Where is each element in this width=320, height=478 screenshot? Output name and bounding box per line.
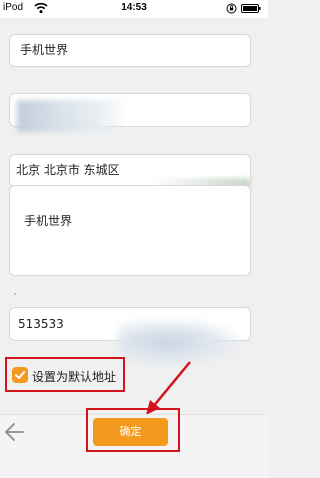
address-textarea[interactable]: 手机世界: [9, 185, 251, 276]
address-value: 手机世界: [24, 214, 73, 228]
confirm-button[interactable]: 确定: [93, 418, 168, 446]
back-arrow-icon[interactable]: [3, 421, 27, 443]
status-bar: iPod 14:53: [0, 0, 268, 18]
default-address-label: 设置为默认地址: [32, 370, 117, 384]
default-address-toggle[interactable]: 设置为默认地址: [5, 357, 125, 392]
name-field[interactable]: 手机世界: [9, 34, 251, 67]
separator-dot: [14, 293, 16, 295]
rotation-lock-icon: [226, 3, 237, 14]
blurred-phone-value: [17, 100, 127, 132]
default-address-checkbox[interactable]: [12, 367, 28, 383]
battery-icon: [241, 4, 261, 13]
name-value: 手机世界: [20, 43, 69, 57]
check-icon: [15, 371, 26, 379]
